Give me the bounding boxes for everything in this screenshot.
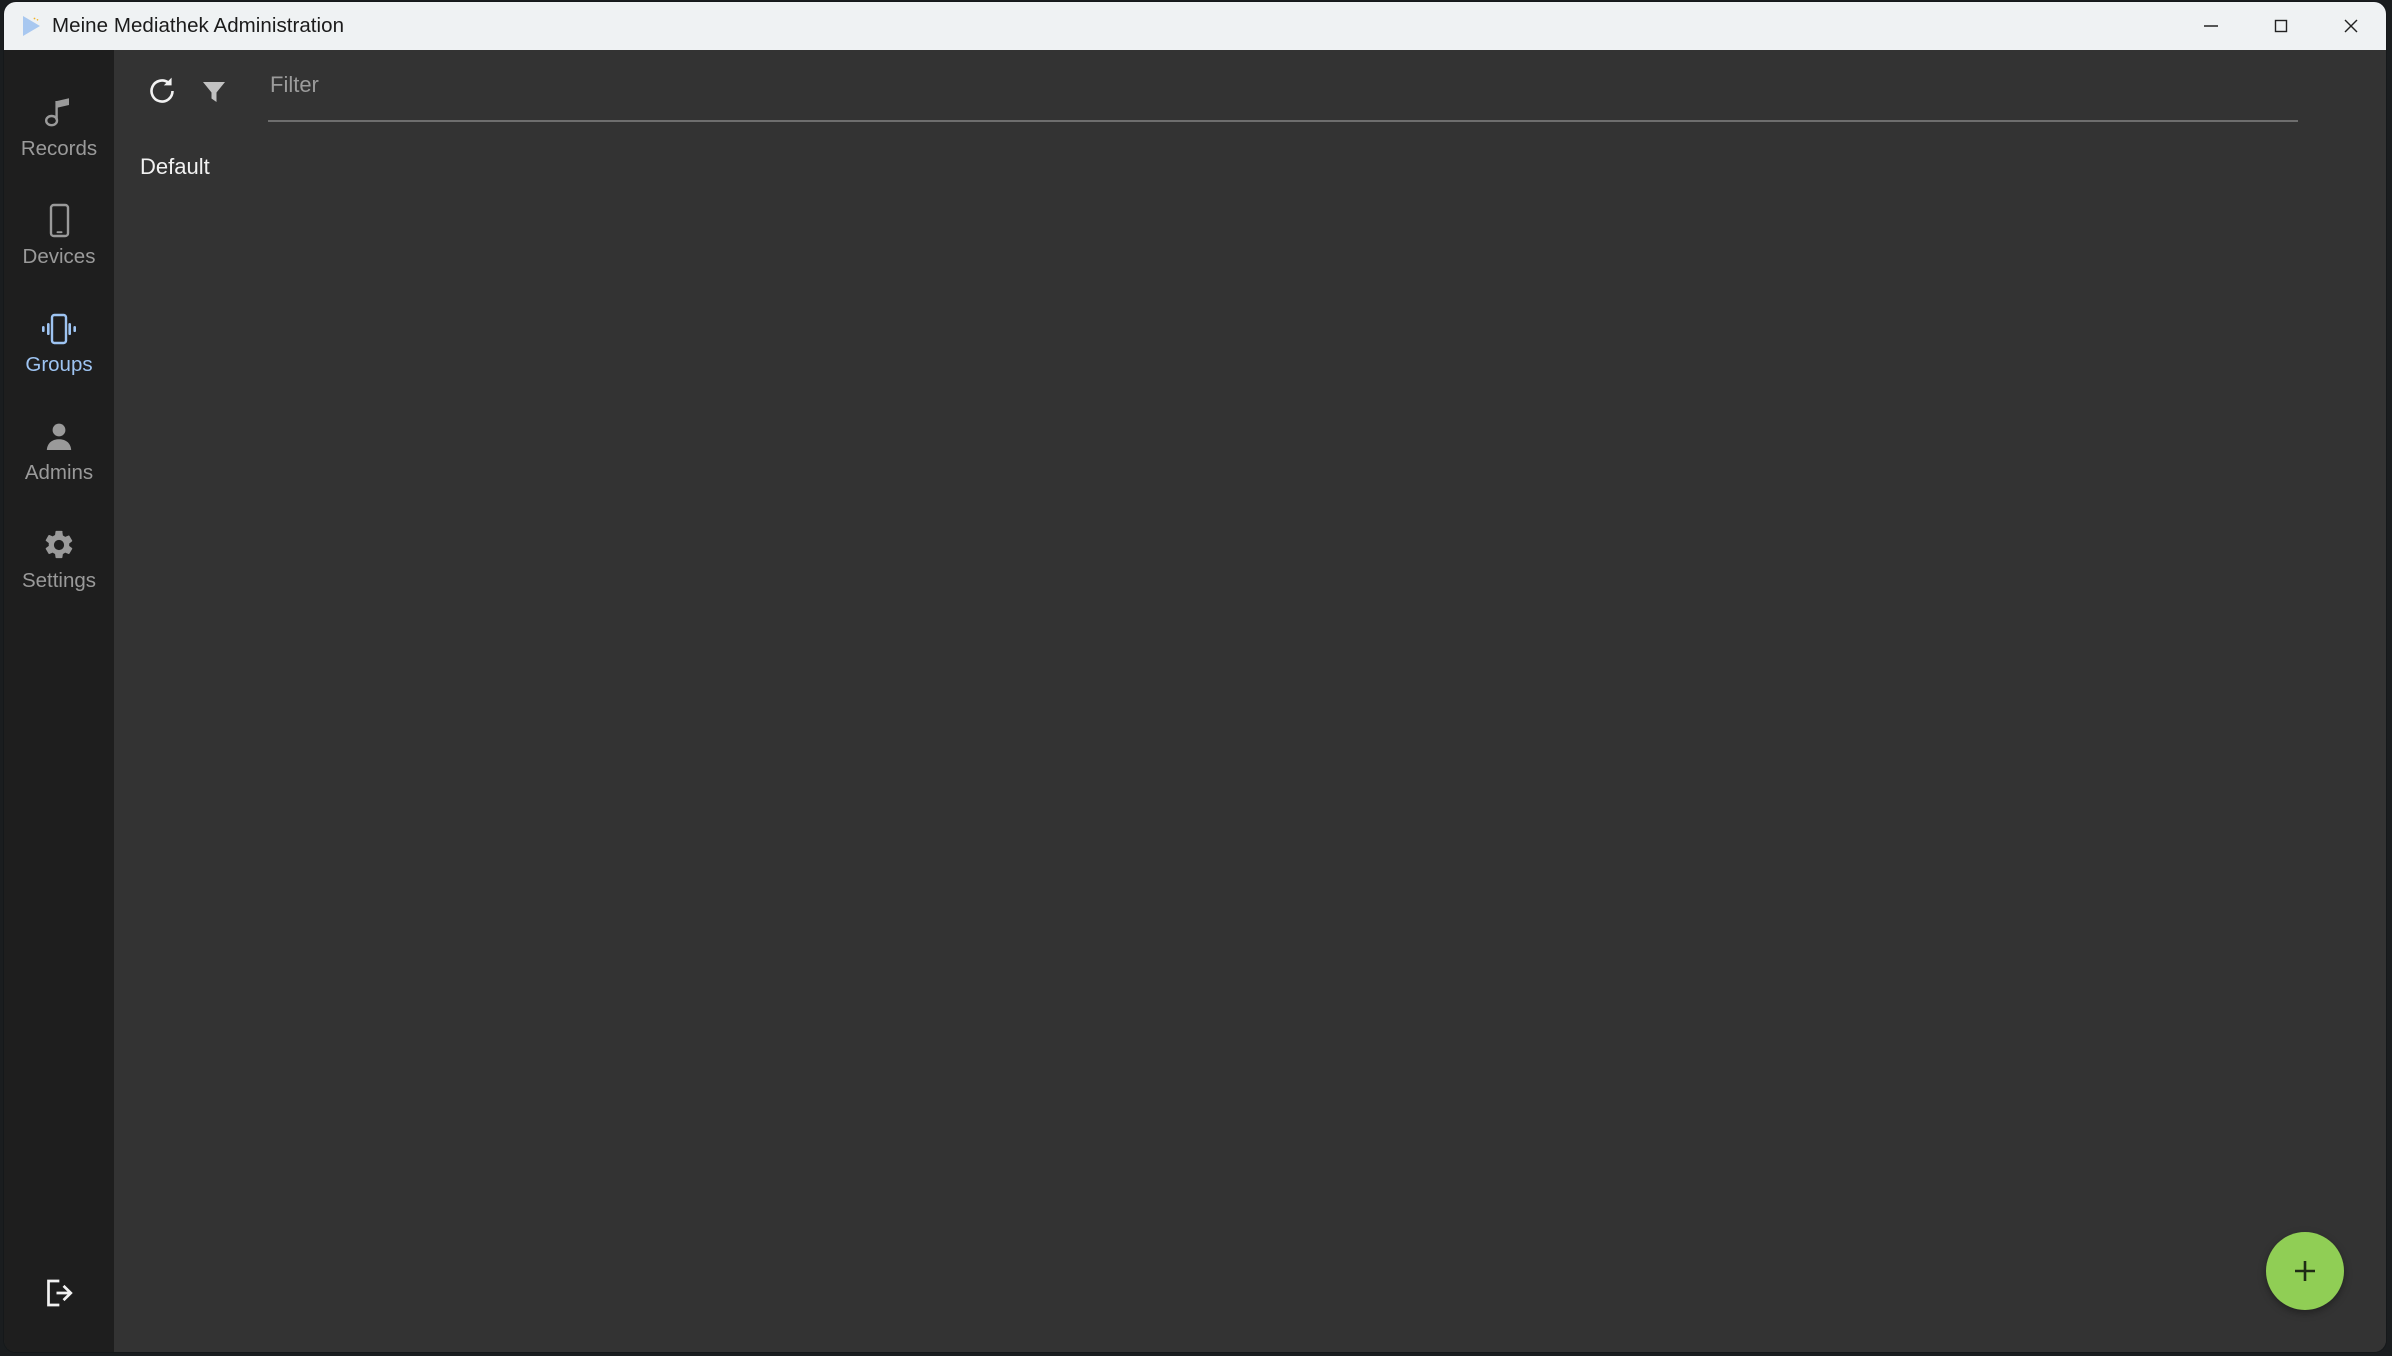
filter-input[interactable]: [268, 72, 2298, 108]
toolbar: [114, 50, 2386, 132]
content-area: Default: [114, 50, 2386, 1352]
close-button[interactable]: [2316, 2, 2386, 50]
sidebar-item-records[interactable]: Records: [4, 72, 114, 180]
window-body: Records Devices Groups Admins Settings F…: [4, 50, 2386, 1352]
title-bar: Meine Mediathek Administration: [4, 2, 2386, 50]
minimize-button[interactable]: [2176, 2, 2246, 50]
logout-button[interactable]: [4, 1264, 114, 1322]
filter-field[interactable]: [268, 60, 2298, 122]
group-list[interactable]: Default: [114, 132, 2386, 1352]
window-title: Meine Mediathek Administration: [52, 14, 345, 37]
sidebar-item-label: Devices: [22, 245, 96, 269]
sidebar-item-settings[interactable]: Settings: [4, 504, 114, 612]
sidebar-item-admins[interactable]: Admins: [4, 396, 114, 504]
sidebar-item-groups[interactable]: Groups: [4, 288, 114, 396]
sidebar-item-label: Settings: [21, 569, 97, 593]
list-item-label: Default: [140, 154, 210, 179]
minimize-icon: [2204, 25, 2218, 27]
sidebar-item-label: Records: [20, 137, 98, 161]
logout-icon: [47, 1279, 73, 1307]
filter-toggle-button[interactable]: [188, 65, 240, 117]
gear-icon: [42, 524, 76, 566]
play-triangle-icon: [23, 16, 40, 36]
sidebar-item-devices[interactable]: Devices: [4, 180, 114, 288]
close-icon: [2344, 19, 2358, 33]
sidebar-item-label: Groups: [25, 353, 93, 377]
vibrating-phone-icon: [36, 308, 82, 350]
refresh-icon: [150, 77, 174, 103]
window-controls: [2176, 2, 2386, 50]
funnel-icon: [203, 82, 225, 102]
refresh-button[interactable]: [136, 65, 188, 117]
application-window: Meine Mediathek Administration Records D…: [4, 2, 2386, 1352]
person-icon: [42, 416, 76, 458]
maximize-icon: [2274, 19, 2288, 33]
sidebar-item-label: Admins: [24, 461, 94, 485]
add-group-button[interactable]: [2266, 1232, 2344, 1310]
list-item[interactable]: Default: [114, 138, 2386, 196]
maximize-button[interactable]: [2246, 2, 2316, 50]
sidebar: Records Devices Groups Admins Settings: [4, 50, 114, 1352]
smartphone-icon: [43, 200, 75, 242]
music-note-icon: [43, 92, 75, 134]
plus-icon: [2295, 1261, 2315, 1281]
